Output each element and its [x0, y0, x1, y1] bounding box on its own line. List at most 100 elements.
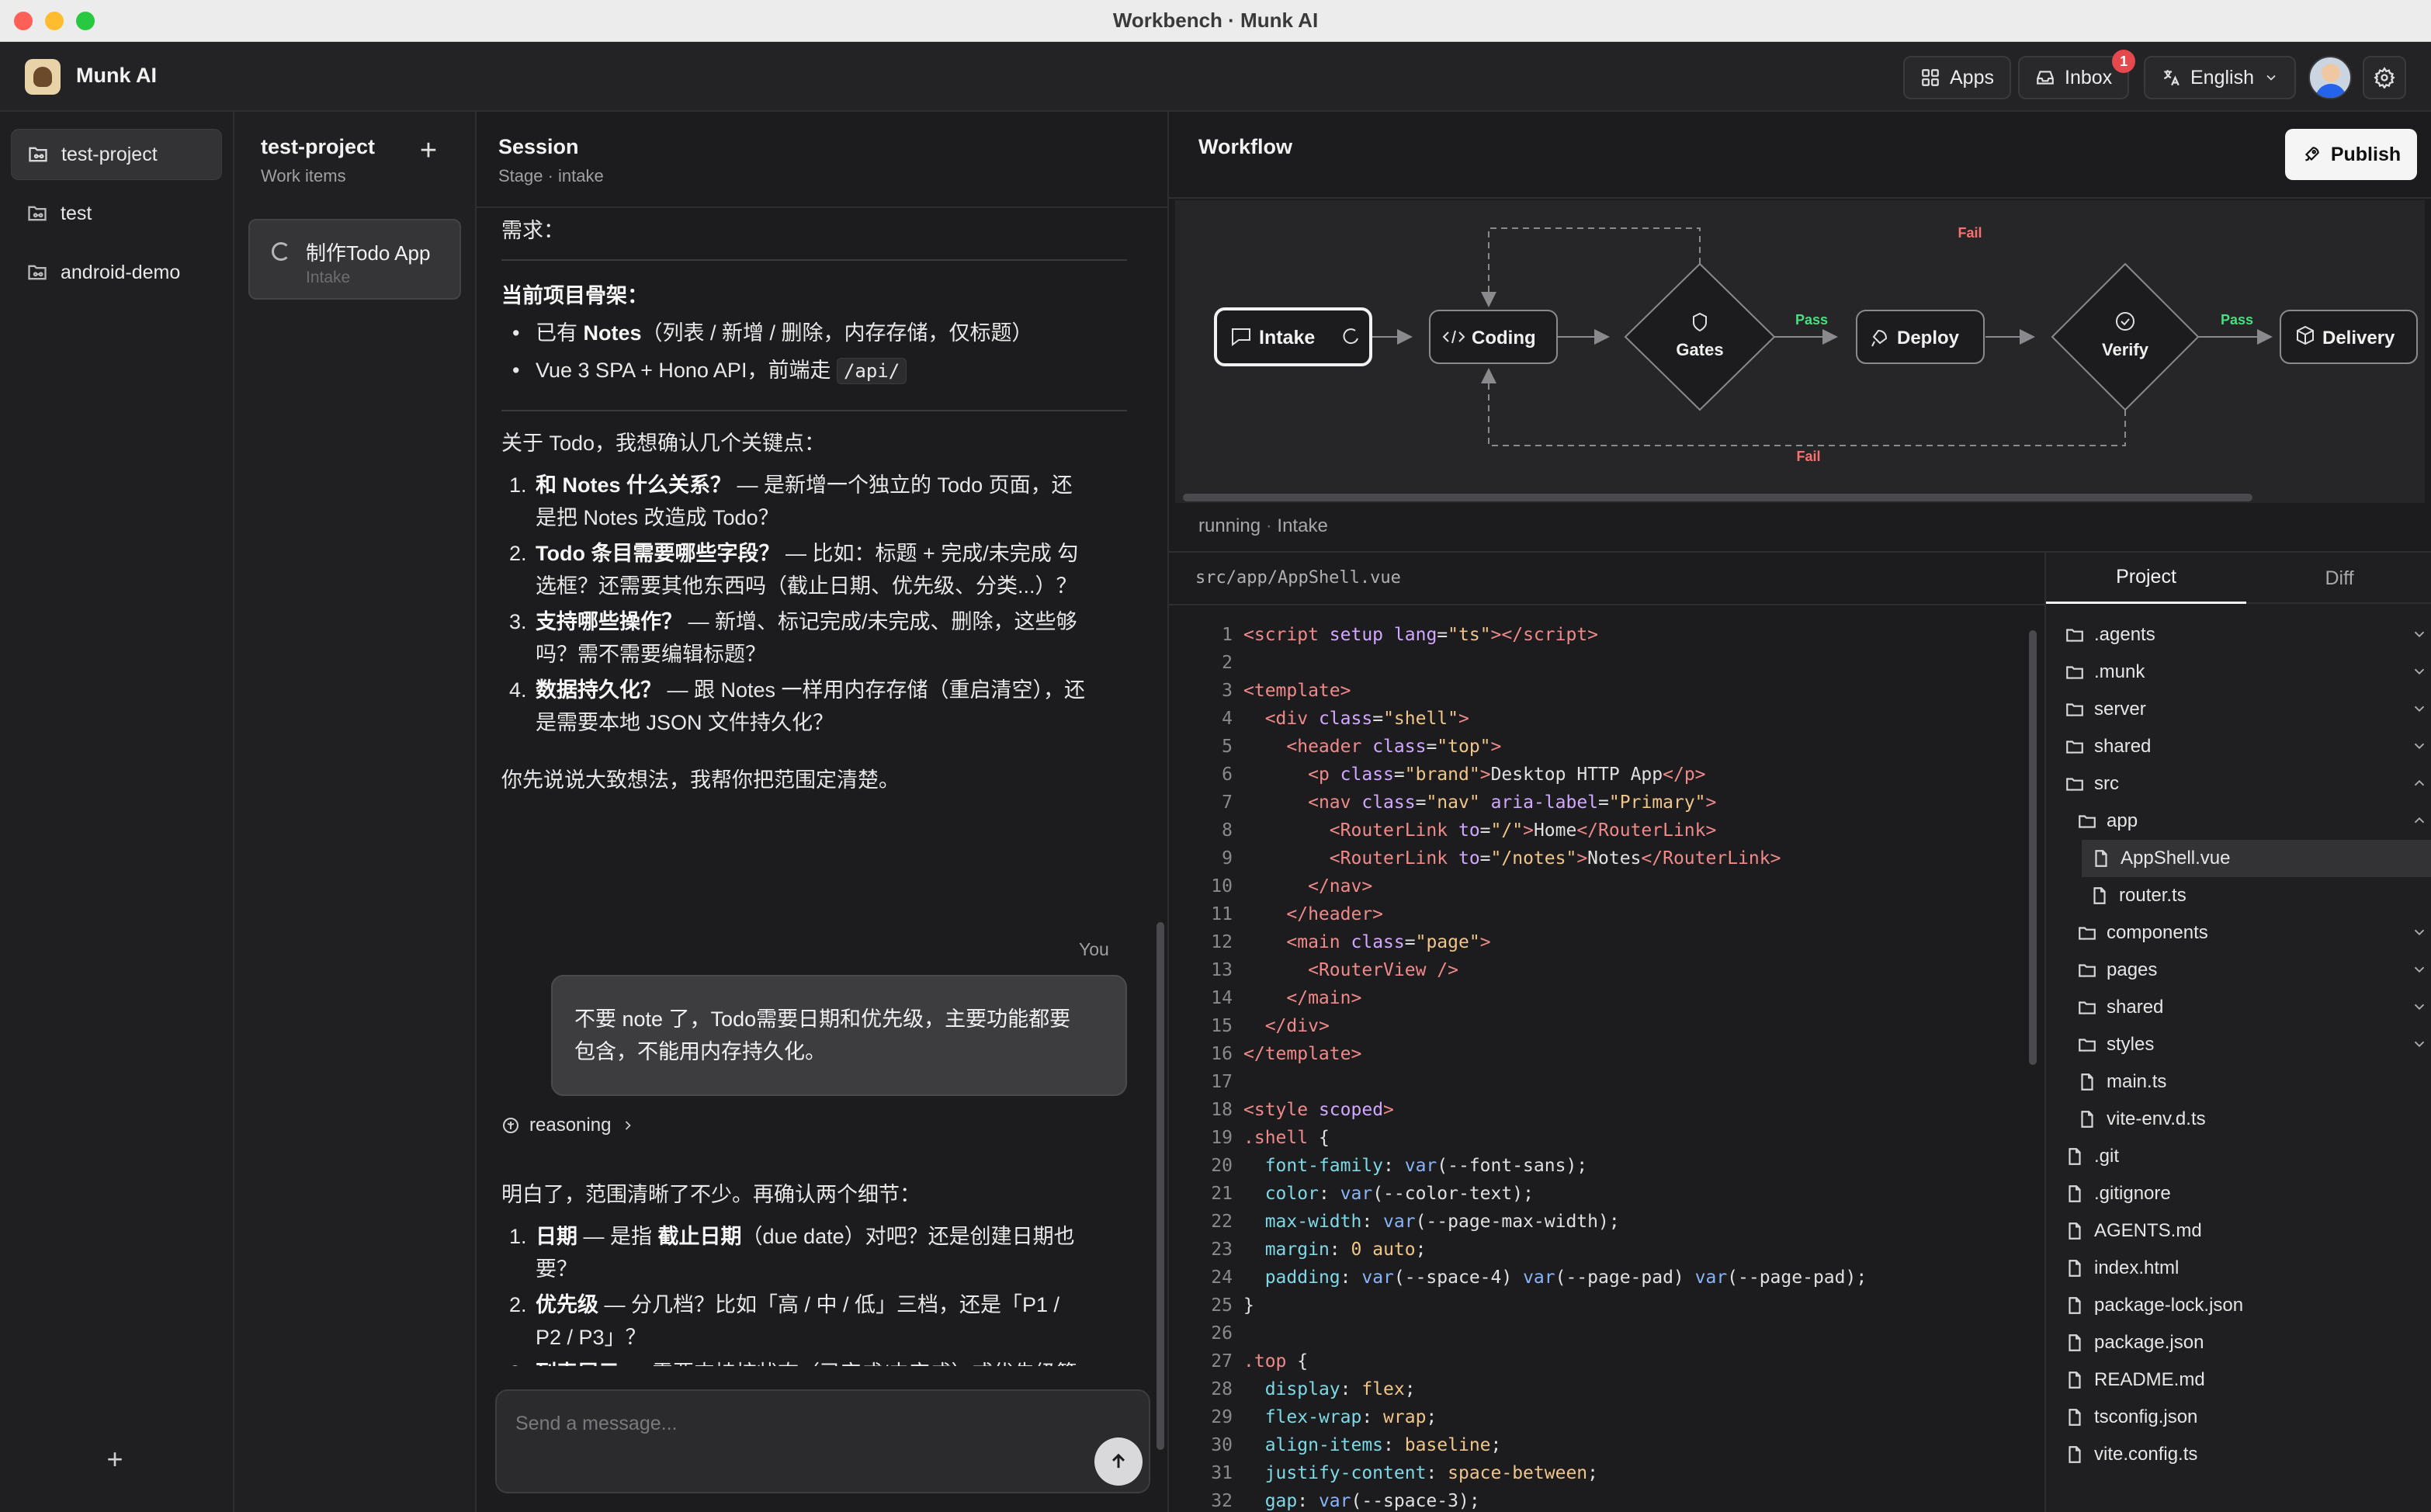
- tree-file[interactable]: package.json: [2046, 1324, 2431, 1361]
- sidebar-item-test[interactable]: test: [11, 188, 222, 239]
- tree-folder[interactable]: shared: [2046, 728, 2431, 765]
- language-select[interactable]: English: [2144, 56, 2296, 99]
- divider: [501, 410, 1127, 411]
- code-line: 9 <RouterLink to="/notes">Notes</RouterL…: [1169, 844, 2044, 872]
- line-number: 24: [1211, 1268, 1233, 1288]
- sidebar-item-test-project[interactable]: test-project: [11, 129, 222, 180]
- code-text: align-items: baseline;: [1264, 1435, 1502, 1455]
- tree-folder[interactable]: .agents: [2046, 616, 2431, 654]
- tree-file[interactable]: tsconfig.json: [2046, 1399, 2431, 1436]
- settings-button[interactable]: [2363, 56, 2406, 99]
- tree-folder[interactable]: pages: [2046, 952, 2431, 989]
- tree-folder[interactable]: app: [2046, 803, 2431, 840]
- add-project-button[interactable]: +: [99, 1444, 130, 1475]
- message-input[interactable]: [515, 1408, 1059, 1439]
- line-number: 15: [1211, 1016, 1233, 1036]
- tree-file[interactable]: router.ts: [2046, 877, 2431, 914]
- tree-file[interactable]: vite.config.ts: [2046, 1436, 2431, 1473]
- folder-icon: [2066, 740, 2083, 754]
- list-item: 4. 数据持久化？ — 跟 Notes 一样用内存存储（重启清空），还 是需要本地 …: [501, 674, 1127, 739]
- send-button[interactable]: [1094, 1437, 1143, 1486]
- node-label: Verify: [2102, 340, 2149, 359]
- rocket-icon: [2304, 147, 2319, 161]
- file-tree-panel: Project Diff .agents .munk server shared src…: [2044, 551, 2431, 1512]
- tree-node-label: vite-env.d.ts: [2107, 1108, 2206, 1129]
- code-scrollbar[interactable]: [2029, 630, 2037, 1065]
- code-line: 23 margin: 0 auto;: [1169, 1236, 2044, 1264]
- workflow-horizontal-scrollbar[interactable]: [1183, 494, 2252, 501]
- line-number: 11: [1211, 904, 1233, 924]
- tree-file[interactable]: index.html: [2046, 1250, 2431, 1287]
- code-text: </template>: [1243, 1044, 1362, 1064]
- node-gates[interactable]: Gates: [1624, 262, 1776, 411]
- tree-file[interactable]: vite-env.d.ts: [2046, 1101, 2431, 1138]
- tab-diff[interactable]: Diff: [2246, 553, 2431, 604]
- tree-file[interactable]: README.md: [2046, 1361, 2431, 1399]
- tree-file[interactable]: main.ts: [2046, 1063, 2431, 1101]
- folder-icon: [2066, 778, 2083, 791]
- tree-folder[interactable]: shared: [2046, 989, 2431, 1026]
- node-delivery[interactable]: Delivery: [2280, 310, 2418, 364]
- code-line: 25}: [1169, 1292, 2044, 1320]
- code-text: </div>: [1264, 1016, 1330, 1036]
- tree-folder[interactable]: src: [2046, 765, 2431, 803]
- node-coding[interactable]: Coding: [1429, 310, 1558, 364]
- code-text: <style scoped>: [1243, 1100, 1394, 1120]
- tree-file[interactable]: .gitignore: [2046, 1175, 2431, 1212]
- node-deploy[interactable]: Deploy: [1856, 310, 1985, 364]
- tree-folder[interactable]: .munk: [2046, 654, 2431, 691]
- node-label: Gates: [1676, 340, 1723, 359]
- chevron-down-icon: [2414, 668, 2425, 675]
- edge-label-pass: Pass: [1795, 312, 1828, 328]
- line-number: 28: [1211, 1379, 1233, 1399]
- tree-node-label: .gitignore: [2094, 1183, 2171, 1204]
- file-icon: [2069, 1409, 2081, 1426]
- brain-icon: [503, 1118, 518, 1133]
- publish-button[interactable]: Publish: [2285, 129, 2417, 180]
- sidebar-item-label: android-demo: [61, 261, 181, 283]
- text-segment: — 是新增一个独立的 Todo 页面，还: [731, 473, 1073, 497]
- apps-button[interactable]: Apps: [1903, 56, 2011, 99]
- sidebar-item-android-demo[interactable]: android-demo: [11, 247, 222, 298]
- tree-file[interactable]: .git: [2046, 1138, 2431, 1175]
- list-number: 2.: [509, 1293, 527, 1316]
- code-line: 20 font-family: var(--font-sans);: [1169, 1152, 2044, 1180]
- message-text: 你先说说大致想法，我帮你把范围定清楚。: [501, 768, 900, 792]
- text-segment: 要？: [536, 1257, 577, 1281]
- inbox-button[interactable]: Inbox 1: [2018, 50, 2136, 99]
- list-item: 已有 Notes（列表 / 新增 / 删除，内存存储，仅标题）: [501, 317, 1127, 349]
- loading-spinner-icon: [272, 242, 290, 261]
- code-line: 14 </main>: [1169, 984, 2044, 1012]
- list-number: 1.: [509, 1225, 527, 1248]
- tree-folder[interactable]: components: [2046, 914, 2431, 952]
- user-avatar[interactable]: [2308, 56, 2352, 99]
- code-line: 32 gap: var(--space-3);: [1169, 1487, 2044, 1512]
- chevron-down-icon: [2266, 75, 2276, 81]
- code-text: <script setup lang="ts"></script>: [1243, 625, 1599, 645]
- tree-folder[interactable]: server: [2046, 691, 2431, 728]
- tab-project[interactable]: Project: [2046, 553, 2246, 604]
- code-text: <RouterLink to="/notes">Notes</RouterLin…: [1329, 848, 1781, 869]
- code-text: <header class="top">: [1286, 737, 1502, 757]
- folder-icon: [2079, 964, 2096, 977]
- work-item-card[interactable]: 制作Todo App Intake: [248, 219, 461, 300]
- reasoning-toggle[interactable]: reasoning: [501, 1110, 636, 1141]
- add-work-item-button[interactable]: +: [410, 132, 447, 169]
- work-items-panel: test-project Work items + 制作Todo App Int…: [234, 112, 477, 1512]
- tree-file[interactable]: package-lock.json: [2046, 1287, 2431, 1324]
- node-intake[interactable]: Intake: [1214, 307, 1372, 366]
- text-bold: Todo 条目需要哪些字段？: [536, 542, 780, 565]
- tree-folder[interactable]: styles: [2046, 1026, 2431, 1063]
- tree-file[interactable]: AGENTS.md: [2046, 1212, 2431, 1250]
- text-bold: 数据持久化？: [536, 678, 661, 702]
- tree-file[interactable]: AppShell.vue: [2082, 840, 2431, 877]
- node-verify[interactable]: Verify: [2051, 262, 2200, 411]
- code-text: <RouterLink to="/">Home</RouterLink>: [1329, 820, 1717, 841]
- line-number: 6: [1222, 765, 1233, 785]
- work-item-stage: Intake: [306, 269, 351, 286]
- text-segment: Vue 3 SPA + Hono API，前端走: [536, 359, 837, 382]
- chat-transcript[interactable]: 需求： 当前项目骨架： 已有 Notes（列表 / 新增 / 删除，内存存储，仅…: [477, 210, 1160, 1366]
- chat-scrollbar[interactable]: [1157, 922, 1164, 1450]
- code-lines[interactable]: 1 <script setup lang="ts"></script> 2 3 <tem…: [1169, 604, 2044, 1512]
- code-line: 22 max-width: var(--page-max-width);: [1169, 1208, 2044, 1236]
